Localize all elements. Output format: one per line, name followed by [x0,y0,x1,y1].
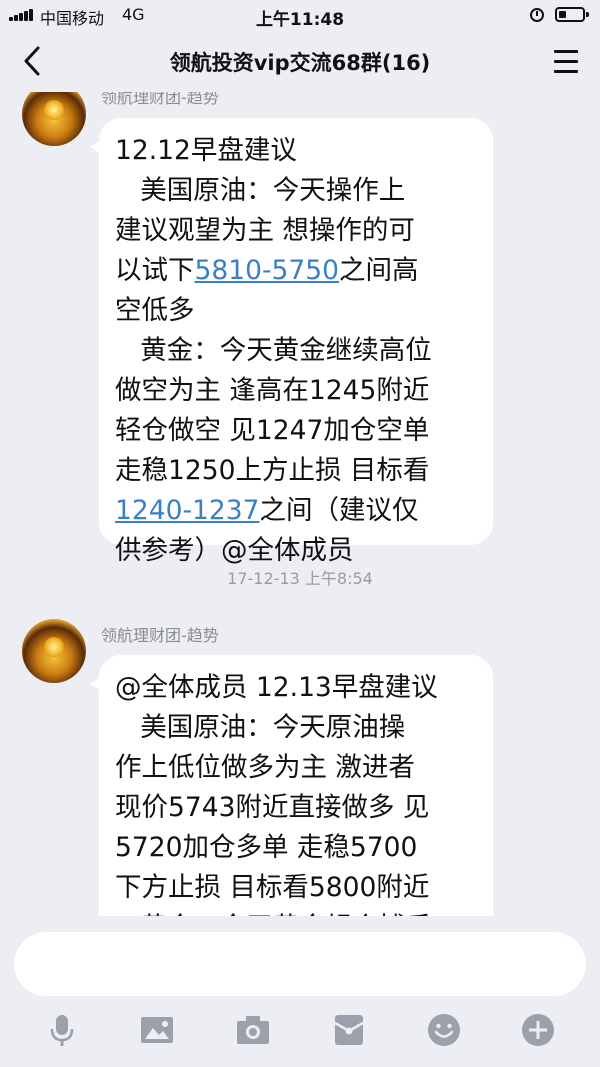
composer [0,916,600,1067]
status-bar: 中国移动 4G 上午11:48 [0,0,600,30]
avatar[interactable] [22,92,86,146]
number-link[interactable]: 1240-1237 [115,495,259,526]
message-text: 供参考）@全体成员 [115,535,354,566]
message-bubble[interactable]: 12.12早盘建议 美国原油：今天操作上 建议观望为主 想操作的可 以试下5810-… [90,118,493,566]
sender-name: 领航理财团-趋势 [101,626,219,645]
message-line: 5720加仓多单 走稳5700 [115,828,476,868]
page-title: 领航投资vip交流68群(16) [169,51,431,75]
message-line: 黄金：今天黄金继续高位 [115,331,476,371]
message-line: @全体成员 12.13早盘建议 [115,668,476,708]
message-line: 以试下5810-5750之间高 [115,251,476,291]
message-text: 之间高 [338,255,419,286]
message-line: 黄金：今天黄金轻仓博反 [115,908,476,916]
message-text: 下方止损 目标看5800附近 [115,872,430,903]
message-text: 之间（建议仅 [259,495,419,526]
clock: 上午11:48 [255,10,345,30]
battery-icon [555,7,589,22]
message-text: 空低多 [115,295,195,326]
message-line: 走稳1250上方止损 目标看 [115,451,476,491]
message-line: 轻仓做空 见1247加仓空单 [115,411,476,451]
message-line: 下方止损 目标看5800附近 [115,868,476,908]
emoji-icon[interactable] [426,1012,462,1048]
message-timestamp: 17-12-13 上午8:54 [227,569,373,588]
message-text: 作上低位做多为主 激进者 [115,752,415,783]
message-bubble[interactable]: @全体成员 12.13早盘建议 美国原油：今天原油操 作上低位做多为主 激进者 现价… [90,655,493,916]
message-line: 12.12早盘建议 [115,131,476,171]
message-text: 走稳1250上方止损 目标看 [115,455,430,486]
message-line: 现价5743附近直接做多 见 [115,788,476,828]
alarm-icon [530,8,544,22]
message-text: 以试下 [115,255,195,286]
message-line: 1240-1237之间（建议仅 [115,491,476,531]
message-text: 5720加仓多单 走稳5700 [115,832,418,863]
chat-scroll-area[interactable]: 领航理财团-趋势 12.12早盘建议 美国原油：今天操作上 建议观望为主 想操作的… [0,92,600,916]
plus-icon[interactable] [520,1012,556,1048]
nav-bar: 领航投资vip交流68群(16) [0,30,600,92]
avatar[interactable] [22,619,86,683]
microphone-icon[interactable] [44,1012,80,1048]
message-input[interactable] [14,932,586,996]
message-text: 12.12早盘建议 [115,135,297,166]
camera-icon[interactable] [235,1012,271,1048]
message-text: 美国原油：今天原油操 [115,712,406,743]
message-line: 做空为主 逢高在1245附近 [115,371,476,411]
message-line: 美国原油：今天原油操 [115,708,476,748]
message-text: @全体成员 12.13早盘建议 [115,672,438,703]
message-line: 建议观望为主 想操作的可 [115,211,476,251]
message-text: 黄金：今天黄金继续高位 [115,335,432,366]
message-line: 空低多 [115,291,476,331]
image-icon[interactable] [139,1012,175,1048]
message-text: 建议观望为主 想操作的可 [115,215,415,246]
message-text: 轻仓做空 见1247加仓空单 [115,415,430,446]
message-text: 做空为主 逢高在1245附近 [115,375,430,406]
message-line: 作上低位做多为主 激进者 [115,748,476,788]
message-text: 美国原油：今天操作上 [115,175,406,206]
message-line: 美国原油：今天操作上 [115,171,476,211]
number-link[interactable]: 5810-5750 [195,255,339,286]
menu-button[interactable] [552,48,580,74]
message-text: 现价5743附近直接做多 见 [115,792,430,823]
composer-toolbar [0,1012,600,1048]
red-packet-icon[interactable] [331,1012,367,1048]
sender-name: 领航理财团-趋势 [101,92,219,107]
